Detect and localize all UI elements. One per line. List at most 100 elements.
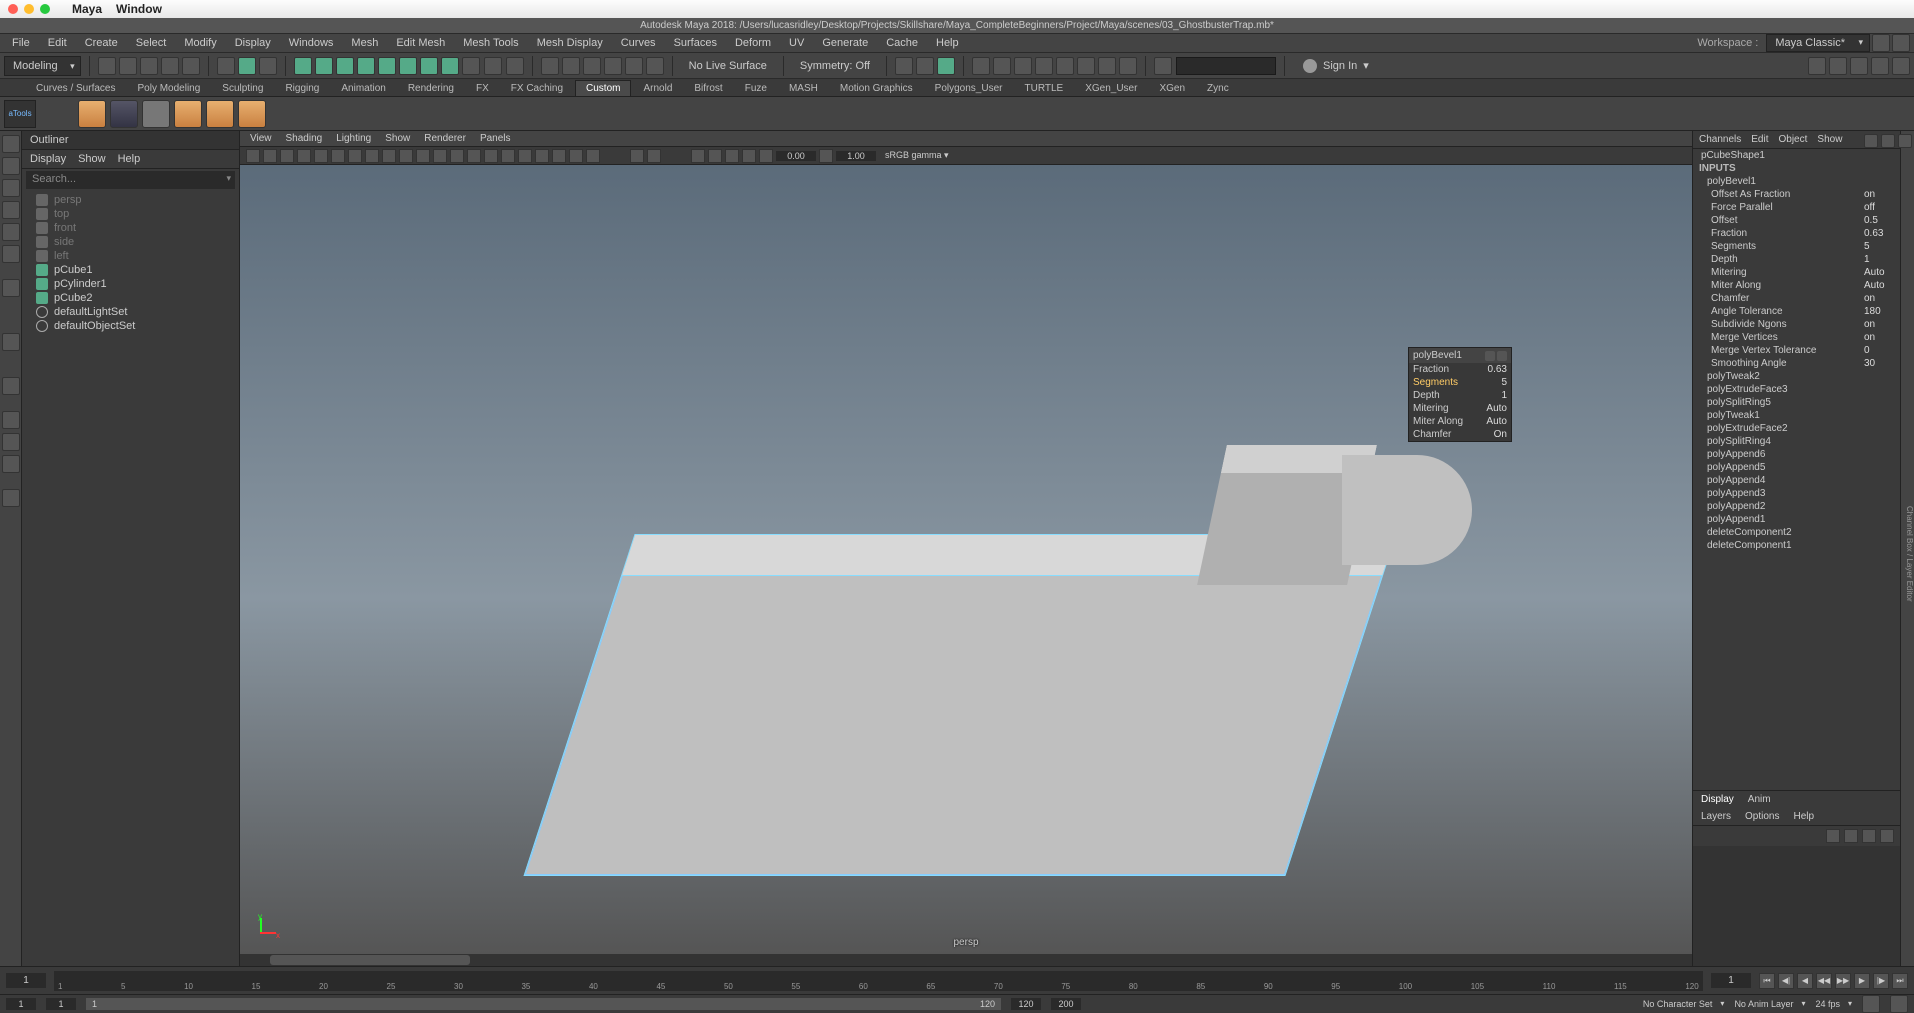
layer-tab-display[interactable]: Display bbox=[1701, 794, 1734, 805]
popup-attr-value[interactable]: 5 bbox=[1501, 377, 1507, 388]
fps-dropdown[interactable]: 24 fps bbox=[1815, 999, 1852, 1009]
vp-wireframe-icon[interactable] bbox=[450, 149, 464, 163]
move-tool-icon[interactable] bbox=[2, 201, 20, 219]
menu-uv[interactable]: UV bbox=[781, 35, 812, 51]
snap-live-icon[interactable] bbox=[646, 57, 664, 75]
vp-grid-icon[interactable] bbox=[331, 149, 345, 163]
vp-menu-view[interactable]: View bbox=[250, 133, 272, 144]
lock-icon[interactable] bbox=[484, 57, 502, 75]
panel-icon-1[interactable] bbox=[1864, 134, 1878, 148]
shelf-tab-bifrost[interactable]: Bifrost bbox=[684, 81, 732, 96]
cb-history-polySplitRing5[interactable]: polySplitRing5 bbox=[1693, 396, 1900, 409]
popup-row-fraction[interactable]: Fraction0.63 bbox=[1409, 363, 1511, 376]
toggle-tool-icon[interactable] bbox=[1850, 57, 1868, 75]
filter-7-icon[interactable] bbox=[420, 57, 438, 75]
cb-attr-value[interactable]: 0.63 bbox=[1864, 228, 1892, 239]
popup-row-depth[interactable]: Depth1 bbox=[1409, 389, 1511, 402]
cb-attr-value[interactable]: 30 bbox=[1864, 358, 1892, 369]
vp-2d-icon[interactable] bbox=[314, 149, 328, 163]
render-pause-icon[interactable] bbox=[1098, 57, 1116, 75]
step-forward-icon[interactable]: ▶ bbox=[1854, 973, 1870, 989]
app-name[interactable]: Maya bbox=[72, 2, 102, 16]
step-back-key-icon[interactable]: ◀| bbox=[1778, 973, 1794, 989]
menu-help[interactable]: Help bbox=[928, 35, 967, 51]
input-node[interactable]: polyBevel1 bbox=[1693, 175, 1900, 188]
view-outliner-icon[interactable] bbox=[2, 489, 20, 507]
render-settings-icon[interactable] bbox=[1035, 57, 1053, 75]
panel-icon-3[interactable] bbox=[1898, 134, 1912, 148]
play-back-icon[interactable]: ◀◀ bbox=[1816, 973, 1832, 989]
shelf-tab-polyuser[interactable]: Polygons_User bbox=[925, 81, 1013, 96]
vp-xray-joints-icon[interactable] bbox=[691, 149, 705, 163]
character-set-dropdown[interactable]: No Character Set bbox=[1643, 999, 1725, 1009]
menu-cache[interactable]: Cache bbox=[878, 35, 926, 51]
vp-reset-icon[interactable] bbox=[759, 149, 773, 163]
go-start-icon[interactable]: ⏮ bbox=[1759, 973, 1775, 989]
command-field[interactable] bbox=[1176, 57, 1276, 75]
cb-attr-offset-as-fraction[interactable]: Offset As Fractionon bbox=[1693, 188, 1900, 201]
filter-4-icon[interactable] bbox=[357, 57, 375, 75]
outliner-search[interactable]: Search... bbox=[26, 171, 235, 189]
cb-history-polyAppend1[interactable]: polyAppend1 bbox=[1693, 513, 1900, 526]
cb-attr-value[interactable]: on bbox=[1864, 293, 1892, 304]
shelf-tab-rendering[interactable]: Rendering bbox=[398, 81, 464, 96]
shape-node[interactable]: pCubeShape1 bbox=[1693, 149, 1900, 162]
cb-attr-value[interactable]: off bbox=[1864, 202, 1892, 213]
hist-3-icon[interactable] bbox=[937, 57, 955, 75]
viewport[interactable]: yx persp polyBevel1 Fraction0.63Segments… bbox=[240, 165, 1692, 954]
vp-resolution-gate-icon[interactable] bbox=[365, 149, 379, 163]
cb-attr-value[interactable]: on bbox=[1864, 332, 1892, 343]
scale-tool-icon[interactable] bbox=[2, 245, 20, 263]
select-tool-icon[interactable] bbox=[2, 135, 20, 153]
vp-dof-icon[interactable] bbox=[569, 149, 583, 163]
vp-view-transform-icon[interactable] bbox=[742, 149, 756, 163]
hypershade-icon[interactable] bbox=[1056, 57, 1074, 75]
vp-isolate-icon[interactable] bbox=[630, 149, 644, 163]
layer-new-selected-icon[interactable] bbox=[1844, 829, 1858, 843]
vp-shadows-icon[interactable] bbox=[518, 149, 532, 163]
cb-attr-angle-tolerance[interactable]: Angle Tolerance180 bbox=[1693, 305, 1900, 318]
vp-menu-show[interactable]: Show bbox=[385, 133, 410, 144]
last-tool-icon[interactable] bbox=[2, 279, 20, 297]
cb-attr-offset[interactable]: Offset0.5 bbox=[1693, 214, 1900, 227]
shelf-custom-2-icon[interactable] bbox=[110, 100, 138, 128]
cb-attr-fraction[interactable]: Fraction0.63 bbox=[1693, 227, 1900, 240]
hist-2-icon[interactable] bbox=[916, 57, 934, 75]
view-layout-1-icon[interactable] bbox=[2, 411, 20, 429]
filter-8-icon[interactable] bbox=[441, 57, 459, 75]
cb-attr-value[interactable]: on bbox=[1864, 319, 1892, 330]
filter-6-icon[interactable] bbox=[399, 57, 417, 75]
mode-dropdown[interactable]: Modeling bbox=[4, 56, 81, 76]
select-hierarchy-icon[interactable] bbox=[217, 57, 235, 75]
shelf-tab-fx[interactable]: FX bbox=[466, 81, 499, 96]
popup-row-segments[interactable]: Segments5 bbox=[1409, 376, 1511, 389]
snap-point-icon[interactable] bbox=[583, 57, 601, 75]
popup-row-mitering[interactable]: MiteringAuto bbox=[1409, 402, 1511, 415]
render-ipr-icon[interactable] bbox=[993, 57, 1011, 75]
vp-gamma-field-icon[interactable] bbox=[819, 149, 833, 163]
range-track[interactable]: 1 120 bbox=[86, 998, 1001, 1010]
go-end-icon[interactable]: ⏭ bbox=[1892, 973, 1908, 989]
highlight-icon[interactable] bbox=[506, 57, 524, 75]
signin-area[interactable]: Sign In ▾ bbox=[1293, 59, 1379, 73]
vp-safe-action-icon[interactable] bbox=[416, 149, 430, 163]
shelf-custom-6-icon[interactable] bbox=[238, 100, 266, 128]
vp-film-gate-icon[interactable] bbox=[348, 149, 362, 163]
outliner-item-pCylinder1[interactable]: pCylinder1 bbox=[22, 277, 239, 291]
range-end-a[interactable]: 120 bbox=[1011, 998, 1041, 1010]
cb-history-polyTweak2[interactable]: polyTweak2 bbox=[1693, 370, 1900, 383]
menu-deform[interactable]: Deform bbox=[727, 35, 779, 51]
cb-attr-value[interactable]: 0.5 bbox=[1864, 215, 1892, 226]
select-component-icon[interactable] bbox=[259, 57, 277, 75]
cb-attr-value[interactable]: Auto bbox=[1864, 280, 1892, 291]
vp-textured-icon[interactable] bbox=[484, 149, 498, 163]
layer-menu-options[interactable]: Options bbox=[1745, 811, 1779, 822]
range-start-a[interactable]: 1 bbox=[6, 998, 36, 1010]
popup-attr-value[interactable]: 0.63 bbox=[1488, 364, 1507, 375]
toggle-shelf-icon[interactable] bbox=[1808, 57, 1826, 75]
cb-attr-smoothing-angle[interactable]: Smoothing Angle30 bbox=[1693, 357, 1900, 370]
range-end-b[interactable]: 200 bbox=[1051, 998, 1081, 1010]
sidebar-toggle-icon[interactable] bbox=[1872, 34, 1890, 52]
vp-gamma-icon[interactable] bbox=[725, 149, 739, 163]
cb-attr-value[interactable]: 0 bbox=[1864, 345, 1892, 356]
